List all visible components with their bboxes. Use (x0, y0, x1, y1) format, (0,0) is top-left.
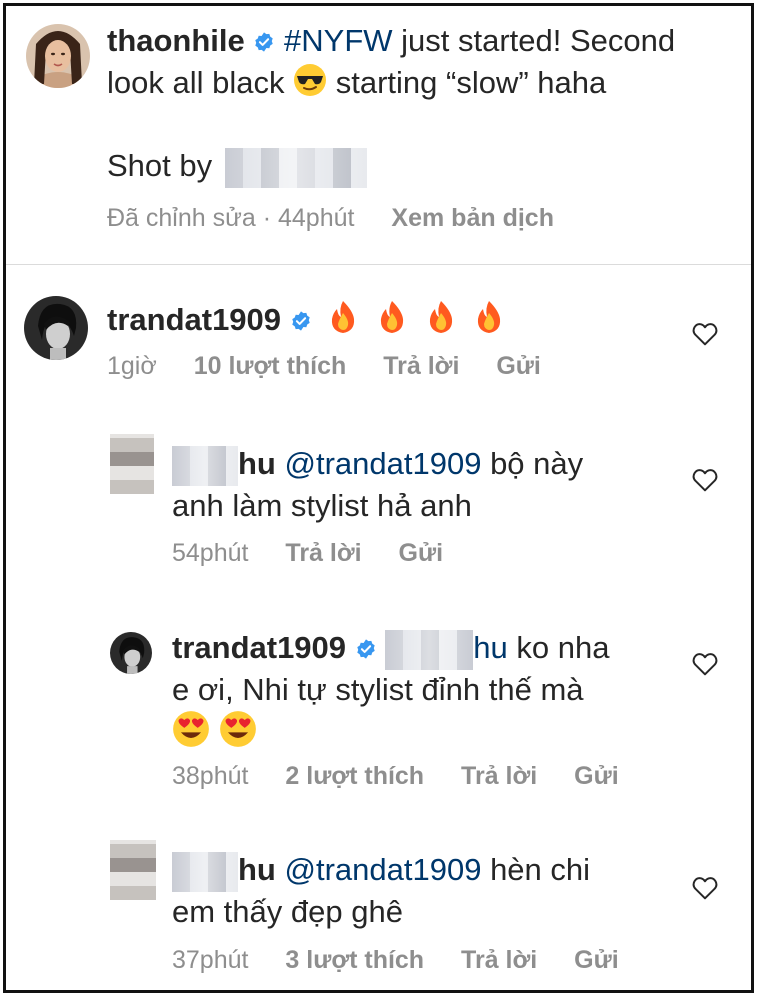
comment-3-text: trandat1909 hu ko nha e ơi, Nhi tự styli… (172, 628, 692, 758)
blurred-photographer-name (224, 147, 367, 188)
comment-4-text-b: em thấy đẹp ghê (172, 893, 403, 929)
hashtag-link[interactable]: #NYFW (284, 23, 393, 58)
comment-3-likes[interactable]: 2 lượt thích (285, 762, 424, 790)
blurred-username (172, 445, 238, 486)
comment-4-meta: 37phút 3 lượt thích Trả lời Gửi (172, 946, 619, 975)
comment-3-reply-button[interactable]: Trả lời (461, 762, 537, 790)
caption-text-line2b: starting “slow” haha (335, 65, 607, 100)
comment-4-likes[interactable]: 3 lượt thích (285, 946, 424, 974)
comment-3-send-button[interactable]: Gửi (574, 762, 619, 790)
caption-text: thaonhile #NYFW just started! Second loo… (107, 21, 747, 107)
verified-badge-icon (253, 23, 275, 63)
fire-emoji (424, 299, 458, 345)
caption-meta: Đã chỉnh sửa · 44phút Xem bản dịch (107, 204, 554, 233)
comment-1-likes[interactable]: 10 lượt thích (194, 352, 347, 380)
comment-3-time: 38phút (172, 762, 249, 790)
heart-outline-icon[interactable] (692, 876, 718, 905)
comment-4-text-a: hèn chi (481, 852, 591, 887)
avatar-thaonhile[interactable] (26, 24, 90, 88)
comment-4-username-suffix[interactable]: hu (238, 852, 276, 887)
caption-divider (6, 264, 751, 265)
comment-4-time: 37phút (172, 946, 249, 974)
blurred-mention (385, 629, 474, 670)
comment-1-username[interactable]: trandat1909 (107, 302, 281, 337)
comment-2-time: 54phút (172, 539, 249, 567)
heart-outline-icon[interactable] (692, 468, 718, 497)
see-translation-button[interactable]: Xem bản dịch (391, 204, 554, 232)
avatar-trandat1909[interactable] (110, 632, 152, 674)
heart-outline-icon[interactable] (692, 322, 718, 351)
comment-1-meta: 1giờ 10 lượt thích Trả lời Gửi (107, 352, 541, 381)
edited-label: Đã chỉnh sửa (107, 204, 256, 232)
mention-link[interactable]: @trandat1909 (285, 852, 482, 887)
caption-text-line2a: look all black (107, 65, 285, 100)
comment-2-username-suffix[interactable]: hu (238, 446, 276, 481)
comment-1-send-button[interactable]: Gửi (496, 352, 541, 380)
blurred-username (172, 851, 238, 892)
meta-separator: · (262, 204, 272, 232)
caption-text-part1: just started! Second (392, 23, 676, 58)
blurred-avatar (110, 434, 154, 494)
comment-2-send-button[interactable]: Gửi (399, 539, 444, 567)
comment-3-text-b: e ơi, Nhi tự stylist đỉnh thế mà (172, 671, 584, 707)
comment-3-text-a: ko nha (507, 630, 610, 665)
comment-3-meta: 38phút 2 lượt thích Trả lời Gửi (172, 762, 619, 791)
comment-2-reply-button[interactable]: Trả lời (285, 539, 361, 567)
fire-emoji (326, 299, 360, 345)
comment-2-text-b: anh làm stylist hả anh (172, 487, 472, 523)
heart-eyes-emoji (219, 710, 257, 758)
caption-time: 44phút (278, 204, 355, 232)
comment-4-send-button[interactable]: Gửi (574, 946, 619, 974)
heart-outline-icon[interactable] (692, 652, 718, 681)
comment-2-meta: 54phút Trả lời Gửi (172, 539, 443, 568)
comment-1-text: trandat1909 (107, 299, 506, 345)
caption-username[interactable]: thaonhile (107, 23, 245, 58)
comment-2-text: hu @trandat1909 bộ này anh làm stylist h… (172, 444, 583, 526)
comments-panel: thaonhile #NYFW just started! Second loo… (3, 3, 754, 993)
sunglasses-emoji (293, 63, 327, 107)
comment-4-reply-button[interactable]: Trả lời (461, 946, 537, 974)
blurred-avatar (110, 840, 156, 900)
comment-3-mention-suffix[interactable]: hu (473, 630, 507, 665)
fire-emoji (375, 299, 409, 345)
mention-link[interactable]: @trandat1909 (285, 446, 482, 481)
comment-3-username[interactable]: trandat1909 (172, 630, 346, 665)
comment-1-time: 1giờ (107, 352, 157, 380)
fire-emoji (472, 299, 506, 345)
shot-by-label: Shot by (107, 148, 213, 183)
verified-badge-icon (355, 630, 377, 670)
comment-1-reply-button[interactable]: Trả lời (383, 352, 459, 380)
verified-badge-icon (290, 302, 312, 342)
comment-2-text-a: bộ này (481, 446, 584, 481)
avatar-trandat1909[interactable] (24, 296, 88, 360)
heart-eyes-emoji (172, 710, 210, 758)
shot-by-line: Shot by (107, 146, 367, 188)
comment-4-text: hu @trandat1909 hèn chi em thấy đẹp ghê (172, 850, 590, 932)
